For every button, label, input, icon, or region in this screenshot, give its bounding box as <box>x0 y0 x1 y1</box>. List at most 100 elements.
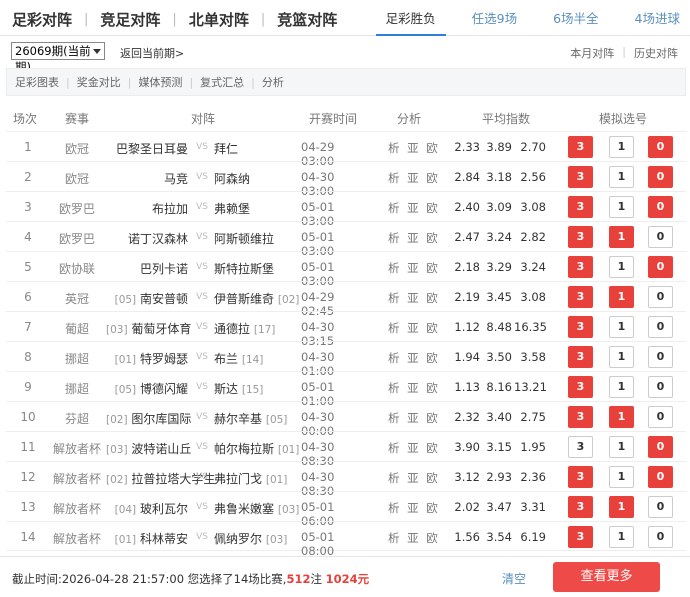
pick-3-button[interactable]: 3 <box>568 196 593 218</box>
submenu-prize[interactable]: 奖金对比 <box>77 74 121 90</box>
pick-0-button[interactable]: 0 <box>648 406 673 428</box>
submenu-summary[interactable]: 复式汇总 <box>200 74 244 90</box>
pick-0-button[interactable]: 0 <box>648 526 673 548</box>
analysis-links[interactable]: 析 亚 欧 <box>388 200 440 216</box>
league-name[interactable]: 解放者杯 <box>46 500 108 517</box>
pick-0-button[interactable]: 0 <box>648 256 673 278</box>
pick-3-button[interactable]: 3 <box>568 526 593 548</box>
analysis-links[interactable]: 析 亚 欧 <box>388 380 440 396</box>
pick-1-button[interactable]: 1 <box>609 316 634 338</box>
pick-1-button[interactable]: 1 <box>609 526 634 548</box>
pick-1-button[interactable]: 1 <box>609 286 634 308</box>
pick-0-button[interactable]: 0 <box>648 136 673 158</box>
league-name[interactable]: 芬超 <box>46 410 108 427</box>
submenu-chart[interactable]: 足彩图表 <box>15 74 59 90</box>
pick-3-button[interactable]: 3 <box>568 346 593 368</box>
pick-3-button[interactable]: 3 <box>568 286 593 308</box>
league-name[interactable]: 英冠 <box>46 290 108 307</box>
league-name[interactable]: 解放者杯 <box>46 470 108 487</box>
home-team[interactable]: 马竞 <box>106 170 188 187</box>
nav-zucai[interactable]: 足彩对阵 <box>12 9 72 30</box>
nav-jingzu[interactable]: 竞足对阵 <box>100 9 160 30</box>
league-name[interactable]: 欧冠 <box>46 170 108 187</box>
pick-1-button[interactable]: 1 <box>609 436 634 458</box>
home-team[interactable]: 诺丁汉森林 <box>106 230 188 247</box>
home-team[interactable]: [01] 科林蒂安 <box>106 530 188 547</box>
away-team[interactable]: 帕尔梅拉斯 [01] <box>214 440 304 457</box>
league-name[interactable]: 挪超 <box>46 350 108 367</box>
pick-0-button[interactable]: 0 <box>648 166 673 188</box>
pick-3-button[interactable]: 3 <box>568 406 593 428</box>
nav-jinglan[interactable]: 竞篮对阵 <box>277 9 337 30</box>
clear-button[interactable]: 清空 <box>502 570 526 587</box>
pick-1-button[interactable]: 1 <box>609 346 634 368</box>
home-team[interactable]: [03] 波特诺山丘 <box>106 440 191 457</box>
league-name[interactable]: 葡超 <box>46 320 108 337</box>
home-team[interactable]: 巴列卡诺 <box>106 260 188 277</box>
pick-1-button[interactable]: 1 <box>609 376 634 398</box>
home-team[interactable]: [04] 玻利瓦尔 <box>106 500 188 517</box>
period-select[interactable]: 26069期(当前期) <box>11 42 105 74</box>
league-name[interactable]: 欧罗巴 <box>46 200 108 217</box>
pick-0-button[interactable]: 0 <box>648 286 673 308</box>
away-team[interactable]: 布兰 [14] <box>214 350 304 367</box>
analysis-links[interactable]: 析 亚 欧 <box>388 230 440 246</box>
pick-3-button[interactable]: 3 <box>568 136 593 158</box>
pick-0-button[interactable]: 0 <box>648 496 673 518</box>
pick-1-button[interactable]: 1 <box>609 496 634 518</box>
pick-0-button[interactable]: 0 <box>648 376 673 398</box>
league-name[interactable]: 解放者杯 <box>46 530 108 547</box>
pick-1-button[interactable]: 1 <box>609 256 634 278</box>
pick-0-button[interactable]: 0 <box>648 346 673 368</box>
pick-1-button[interactable]: 1 <box>609 136 634 158</box>
home-team[interactable]: 巴黎圣日耳曼 <box>106 140 188 157</box>
month-link[interactable]: 本月对阵 <box>570 45 614 61</box>
home-team[interactable]: [01] 特罗姆瑟 <box>106 350 188 367</box>
away-team[interactable]: 拜仁 <box>214 140 304 157</box>
tab-renxuan9[interactable]: 任选9场 <box>462 0 527 36</box>
analysis-links[interactable]: 析 亚 欧 <box>388 260 440 276</box>
tab-shengfu[interactable]: 足彩胜负 <box>375 0 446 36</box>
away-team[interactable]: 伊普斯维奇 [02] <box>214 290 304 307</box>
away-team[interactable]: 通德拉 [17] <box>214 320 304 337</box>
pick-0-button[interactable]: 0 <box>648 436 673 458</box>
away-team[interactable]: 赫尔辛基 [05] <box>214 410 304 427</box>
pick-3-button[interactable]: 3 <box>568 496 593 518</box>
home-team[interactable]: [02] 拉普拉塔大学生 <box>106 470 215 487</box>
pick-0-button[interactable]: 0 <box>648 226 673 248</box>
home-team[interactable]: [02] 图尔库国际 <box>106 410 191 427</box>
analysis-links[interactable]: 析 亚 欧 <box>388 470 440 486</box>
away-team[interactable]: 斯达 [15] <box>214 380 304 397</box>
analysis-links[interactable]: 析 亚 欧 <box>388 440 440 456</box>
pick-3-button[interactable]: 3 <box>568 316 593 338</box>
history-link[interactable]: 历史对阵 <box>634 45 678 61</box>
pick-0-button[interactable]: 0 <box>648 466 673 488</box>
submenu-analysis[interactable]: 分析 <box>262 74 284 90</box>
view-more-button[interactable]: 查看更多 <box>553 562 660 592</box>
home-team[interactable]: [05] 南安普顿 <box>106 290 188 307</box>
analysis-links[interactable]: 析 亚 欧 <box>388 140 440 156</box>
league-name[interactable]: 挪超 <box>46 380 108 397</box>
tab-4jinqiu[interactable]: 4场进球 <box>625 0 690 36</box>
analysis-links[interactable]: 析 亚 欧 <box>388 290 440 306</box>
analysis-links[interactable]: 析 亚 欧 <box>388 320 440 336</box>
league-name[interactable]: 欧协联 <box>46 260 108 277</box>
away-team[interactable]: 佩纳罗尔 [03] <box>214 530 304 547</box>
home-team[interactable]: [05] 博德闪耀 <box>106 380 188 397</box>
pick-3-button[interactable]: 3 <box>568 256 593 278</box>
pick-0-button[interactable]: 0 <box>648 316 673 338</box>
pick-1-button[interactable]: 1 <box>609 166 634 188</box>
league-name[interactable]: 欧罗巴 <box>46 230 108 247</box>
pick-1-button[interactable]: 1 <box>609 406 634 428</box>
pick-1-button[interactable]: 1 <box>609 196 634 218</box>
home-team[interactable]: 布拉加 <box>106 200 188 217</box>
submenu-media[interactable]: 媒体预测 <box>138 74 182 90</box>
pick-3-button[interactable]: 3 <box>568 166 593 188</box>
tab-6banquan[interactable]: 6场半全 <box>543 0 608 36</box>
analysis-links[interactable]: 析 亚 欧 <box>388 170 440 186</box>
away-team[interactable]: 弗赖堡 <box>214 200 304 217</box>
nav-beidan[interactable]: 北单对阵 <box>189 9 249 30</box>
league-name[interactable]: 解放者杯 <box>46 440 108 457</box>
pick-1-button[interactable]: 1 <box>609 226 634 248</box>
pick-3-button[interactable]: 3 <box>568 226 593 248</box>
